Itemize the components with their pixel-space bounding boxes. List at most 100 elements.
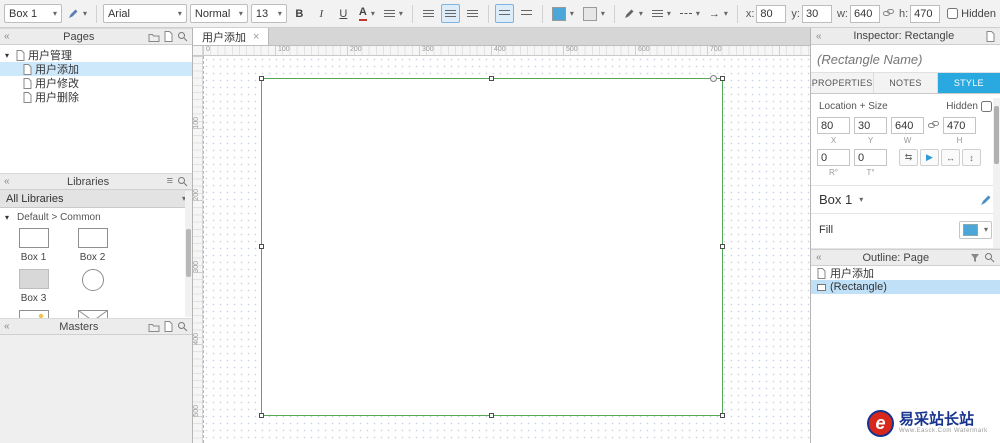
add-page-icon[interactable]	[164, 31, 173, 42]
selected-rectangle-widget[interactable]	[259, 75, 725, 418]
h-input[interactable]	[910, 4, 941, 23]
scrollbar-thumb[interactable]	[186, 229, 191, 277]
collapse-panel-icon[interactable]: «	[4, 176, 10, 187]
underline-button[interactable]: U	[334, 4, 353, 23]
vertical-ruler: 100 200 300 400 500	[193, 56, 203, 443]
flip-vertical-button[interactable]: ▶	[920, 149, 939, 166]
page-tree-item[interactable]: 用户删除	[0, 90, 192, 104]
font-size-select[interactable]: 13 ▾	[250, 4, 287, 23]
search-icon[interactable]	[177, 31, 188, 42]
rotate-handle[interactable]	[710, 75, 717, 82]
scrollbar-thumb[interactable]	[994, 106, 999, 164]
page-tree-folder[interactable]: ▾ 用户管理	[0, 48, 192, 62]
y-label: y:	[791, 7, 800, 20]
search-icon[interactable]	[177, 321, 188, 332]
tab-page[interactable]: 用户添加 ×	[193, 28, 270, 45]
link-dimensions-icon[interactable]	[882, 9, 894, 18]
fill-color-button[interactable]: ▾	[958, 221, 992, 239]
library-section-row[interactable]: ▾ Default > Common	[0, 208, 192, 224]
library-widget-ellipse[interactable]	[63, 269, 122, 304]
menu-icon[interactable]: ≡	[167, 176, 173, 187]
resize-handle-w[interactable]	[259, 244, 264, 249]
h-input[interactable]	[943, 117, 976, 134]
collapse-panel-icon[interactable]: «	[4, 321, 10, 332]
inspector-scrollbar[interactable]	[993, 98, 1000, 248]
outline-rectangle-item[interactable]: (Rectangle)	[811, 280, 1000, 294]
flip-horizontal-button[interactable]: ⇆	[899, 149, 918, 166]
widget-style-select[interactable]: Box 1 ▾	[4, 4, 62, 23]
italic-button[interactable]: I	[312, 4, 331, 23]
tab-properties[interactable]: PROPERTIES	[811, 73, 875, 93]
line-color-button[interactable]: ▾	[621, 4, 646, 23]
library-widget-box3[interactable]: Box 3	[4, 269, 63, 304]
page-tree-item-selected[interactable]: 用户添加	[0, 62, 192, 76]
line-width-button[interactable]: ▾	[649, 4, 674, 23]
align-left-button[interactable]	[419, 4, 438, 23]
arrow-style-button[interactable]: → ▾	[706, 4, 731, 23]
hidden-checkbox[interactable]	[981, 101, 992, 112]
add-master-icon[interactable]	[164, 321, 173, 332]
fit-width-button[interactable]: ↔	[941, 149, 960, 166]
expander-icon[interactable]: ▾	[5, 51, 13, 60]
library-widget-box2[interactable]: Box 2	[63, 228, 122, 263]
text-rotation-input[interactable]	[854, 149, 887, 166]
link-dimensions-button[interactable]	[928, 117, 939, 134]
notes-doc-icon[interactable]	[986, 30, 995, 42]
resize-handle-se[interactable]	[720, 413, 725, 418]
format-painter-button[interactable]: ▾	[65, 4, 90, 23]
fit-height-button[interactable]: ↕	[962, 149, 981, 166]
search-icon[interactable]	[177, 176, 188, 187]
tab-style[interactable]: STYLE	[937, 73, 1000, 93]
line-style-button[interactable]: ▾	[677, 4, 703, 23]
add-folder-icon[interactable]	[148, 32, 160, 42]
font-family-select[interactable]: Arial ▾	[102, 4, 187, 23]
resize-handle-n[interactable]	[489, 76, 494, 81]
page-tree-item[interactable]: 用户修改	[0, 76, 192, 90]
align-center-button[interactable]	[440, 4, 460, 23]
filter-icon[interactable]	[970, 253, 980, 263]
w-input[interactable]	[891, 117, 924, 134]
library-widget-placeholder[interactable]	[63, 310, 122, 318]
text-color-button[interactable]: A ▾	[356, 4, 378, 23]
design-canvas[interactable]	[203, 56, 810, 443]
font-weight-select[interactable]: Normal ▾	[189, 4, 248, 23]
rotation-input[interactable]	[817, 149, 850, 166]
widget-style-row[interactable]: Box 1 ▾	[811, 185, 1000, 214]
library-widget-box1[interactable]: Box 1	[4, 228, 63, 263]
align-middle-button[interactable]	[494, 4, 514, 23]
bullet-list-button[interactable]: ▾	[381, 4, 406, 23]
close-tab-icon[interactable]: ×	[253, 31, 259, 43]
hidden-checkbox[interactable]	[947, 8, 959, 19]
edit-style-icon[interactable]	[980, 194, 992, 206]
x-field-group: X	[817, 117, 850, 145]
library-filter-select[interactable]: All Libraries ▾	[0, 190, 192, 208]
collapse-panel-icon[interactable]: «	[4, 31, 10, 42]
y-input[interactable]	[801, 4, 832, 23]
tab-notes[interactable]: NOTES	[874, 73, 938, 93]
collapse-panel-icon[interactable]: «	[816, 252, 822, 263]
add-folder-icon[interactable]	[148, 322, 160, 332]
bold-button[interactable]: B	[290, 4, 309, 23]
x-input[interactable]	[756, 4, 787, 23]
library-widget-image[interactable]	[4, 310, 63, 318]
separator	[541, 4, 543, 23]
resize-handle-s[interactable]	[489, 413, 494, 418]
widget-name-input[interactable]	[817, 52, 993, 67]
shadow-button[interactable]: ▾	[580, 4, 608, 23]
y-input[interactable]	[854, 117, 887, 134]
align-right-button[interactable]	[463, 4, 482, 23]
x-input[interactable]	[817, 117, 850, 134]
fill-label: Fill	[819, 224, 834, 236]
w-input[interactable]	[849, 4, 880, 23]
resize-handle-nw[interactable]	[259, 76, 264, 81]
outline-page-item[interactable]: 用户添加	[811, 266, 1000, 280]
align-bottom-button[interactable]	[517, 4, 536, 23]
resize-handle-sw[interactable]	[259, 413, 264, 418]
rectangle-icon	[817, 283, 826, 291]
resize-handle-e[interactable]	[720, 244, 725, 249]
collapse-panel-icon[interactable]: «	[816, 31, 822, 42]
search-icon[interactable]	[984, 252, 995, 263]
fill-color-button[interactable]: ▾	[549, 4, 577, 23]
libraries-scrollbar[interactable]	[185, 191, 192, 317]
resize-handle-ne[interactable]	[720, 76, 725, 81]
